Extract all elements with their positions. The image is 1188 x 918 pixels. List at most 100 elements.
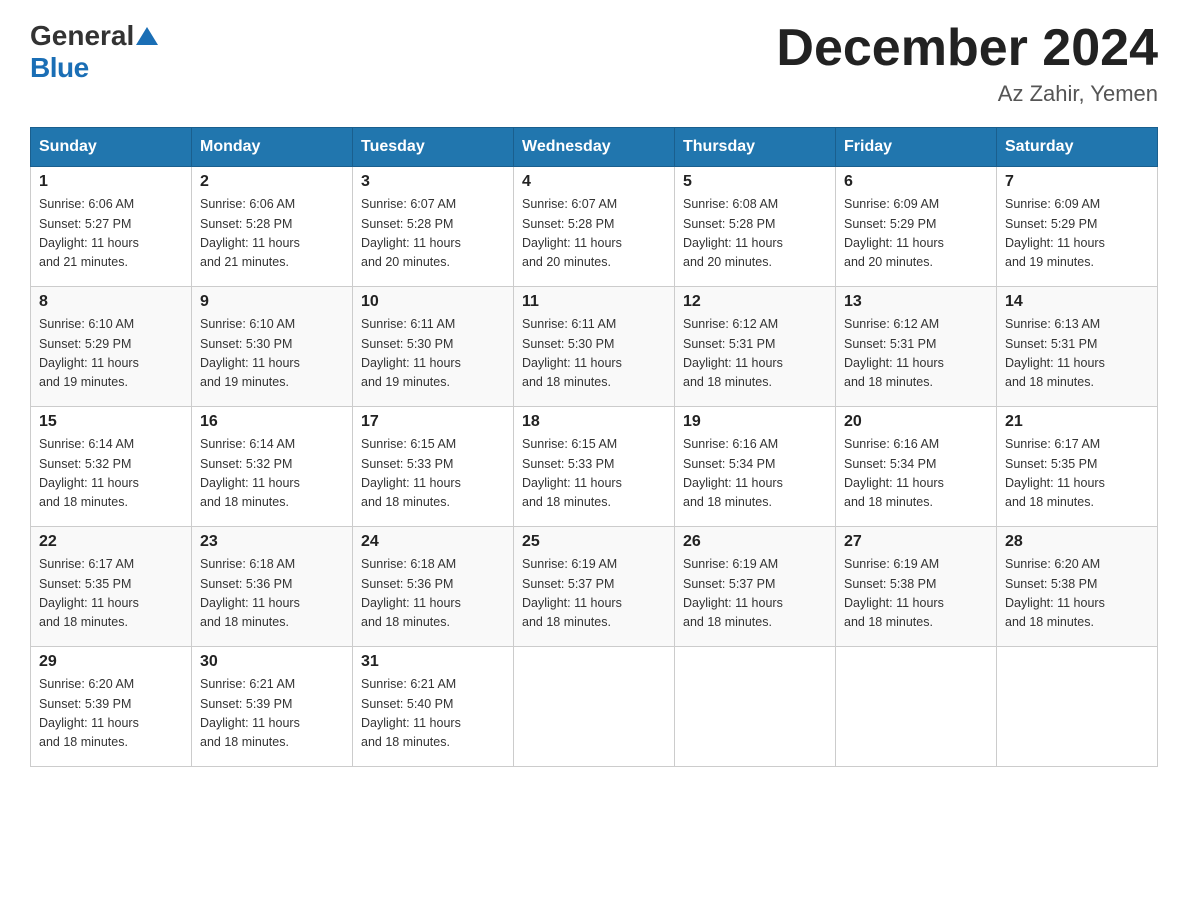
day-number: 30 (200, 653, 344, 671)
title-section: December 2024 Az Zahir, Yemen (776, 20, 1158, 107)
day-number: 3 (361, 173, 505, 191)
header-monday: Monday (192, 128, 353, 167)
day-cell: 21 Sunrise: 6:17 AM Sunset: 5:35 PM Dayl… (997, 407, 1158, 527)
day-cell: 13 Sunrise: 6:12 AM Sunset: 5:31 PM Dayl… (836, 287, 997, 407)
day-number: 22 (39, 533, 183, 551)
day-info: Sunrise: 6:20 AM Sunset: 5:39 PM Dayligh… (39, 677, 139, 749)
day-info: Sunrise: 6:19 AM Sunset: 5:37 PM Dayligh… (522, 557, 622, 629)
day-cell (836, 647, 997, 767)
location: Az Zahir, Yemen (776, 81, 1158, 107)
page-header: General Blue December 2024 Az Zahir, Yem… (30, 20, 1158, 107)
day-number: 10 (361, 293, 505, 311)
day-number: 27 (844, 533, 988, 551)
day-cell: 14 Sunrise: 6:13 AM Sunset: 5:31 PM Dayl… (997, 287, 1158, 407)
day-info: Sunrise: 6:15 AM Sunset: 5:33 PM Dayligh… (522, 437, 622, 509)
day-number: 18 (522, 413, 666, 431)
day-number: 25 (522, 533, 666, 551)
week-row-5: 29 Sunrise: 6:20 AM Sunset: 5:39 PM Dayl… (31, 647, 1158, 767)
day-cell: 15 Sunrise: 6:14 AM Sunset: 5:32 PM Dayl… (31, 407, 192, 527)
day-cell: 29 Sunrise: 6:20 AM Sunset: 5:39 PM Dayl… (31, 647, 192, 767)
day-cell: 22 Sunrise: 6:17 AM Sunset: 5:35 PM Dayl… (31, 527, 192, 647)
header-tuesday: Tuesday (353, 128, 514, 167)
day-cell: 19 Sunrise: 6:16 AM Sunset: 5:34 PM Dayl… (675, 407, 836, 527)
logo-general-text: General (30, 20, 134, 52)
day-cell (675, 647, 836, 767)
day-info: Sunrise: 6:09 AM Sunset: 5:29 PM Dayligh… (844, 197, 944, 269)
day-number: 28 (1005, 533, 1149, 551)
day-info: Sunrise: 6:16 AM Sunset: 5:34 PM Dayligh… (844, 437, 944, 509)
calendar-table: SundayMondayTuesdayWednesdayThursdayFrid… (30, 127, 1158, 767)
week-row-1: 1 Sunrise: 6:06 AM Sunset: 5:27 PM Dayli… (31, 167, 1158, 287)
day-cell: 5 Sunrise: 6:08 AM Sunset: 5:28 PM Dayli… (675, 167, 836, 287)
day-info: Sunrise: 6:19 AM Sunset: 5:38 PM Dayligh… (844, 557, 944, 629)
day-info: Sunrise: 6:16 AM Sunset: 5:34 PM Dayligh… (683, 437, 783, 509)
day-info: Sunrise: 6:18 AM Sunset: 5:36 PM Dayligh… (200, 557, 300, 629)
header-wednesday: Wednesday (514, 128, 675, 167)
header-row: SundayMondayTuesdayWednesdayThursdayFrid… (31, 128, 1158, 167)
day-number: 29 (39, 653, 183, 671)
day-cell: 18 Sunrise: 6:15 AM Sunset: 5:33 PM Dayl… (514, 407, 675, 527)
day-info: Sunrise: 6:10 AM Sunset: 5:29 PM Dayligh… (39, 317, 139, 389)
day-cell: 4 Sunrise: 6:07 AM Sunset: 5:28 PM Dayli… (514, 167, 675, 287)
day-cell: 8 Sunrise: 6:10 AM Sunset: 5:29 PM Dayli… (31, 287, 192, 407)
day-info: Sunrise: 6:12 AM Sunset: 5:31 PM Dayligh… (844, 317, 944, 389)
day-cell: 12 Sunrise: 6:12 AM Sunset: 5:31 PM Dayl… (675, 287, 836, 407)
day-number: 19 (683, 413, 827, 431)
day-number: 23 (200, 533, 344, 551)
day-info: Sunrise: 6:08 AM Sunset: 5:28 PM Dayligh… (683, 197, 783, 269)
day-number: 4 (522, 173, 666, 191)
day-cell: 2 Sunrise: 6:06 AM Sunset: 5:28 PM Dayli… (192, 167, 353, 287)
logo-blue-text: Blue (30, 52, 89, 84)
day-info: Sunrise: 6:14 AM Sunset: 5:32 PM Dayligh… (39, 437, 139, 509)
day-cell: 11 Sunrise: 6:11 AM Sunset: 5:30 PM Dayl… (514, 287, 675, 407)
day-info: Sunrise: 6:06 AM Sunset: 5:27 PM Dayligh… (39, 197, 139, 269)
header-friday: Friday (836, 128, 997, 167)
day-info: Sunrise: 6:17 AM Sunset: 5:35 PM Dayligh… (1005, 437, 1105, 509)
day-info: Sunrise: 6:11 AM Sunset: 5:30 PM Dayligh… (522, 317, 622, 389)
day-number: 13 (844, 293, 988, 311)
day-cell: 7 Sunrise: 6:09 AM Sunset: 5:29 PM Dayli… (997, 167, 1158, 287)
day-cell: 28 Sunrise: 6:20 AM Sunset: 5:38 PM Dayl… (997, 527, 1158, 647)
day-info: Sunrise: 6:07 AM Sunset: 5:28 PM Dayligh… (522, 197, 622, 269)
day-info: Sunrise: 6:11 AM Sunset: 5:30 PM Dayligh… (361, 317, 461, 389)
day-cell: 17 Sunrise: 6:15 AM Sunset: 5:33 PM Dayl… (353, 407, 514, 527)
day-cell (514, 647, 675, 767)
day-info: Sunrise: 6:21 AM Sunset: 5:39 PM Dayligh… (200, 677, 300, 749)
day-number: 24 (361, 533, 505, 551)
day-cell: 3 Sunrise: 6:07 AM Sunset: 5:28 PM Dayli… (353, 167, 514, 287)
month-title: December 2024 (776, 20, 1158, 77)
day-info: Sunrise: 6:09 AM Sunset: 5:29 PM Dayligh… (1005, 197, 1105, 269)
day-number: 21 (1005, 413, 1149, 431)
day-info: Sunrise: 6:17 AM Sunset: 5:35 PM Dayligh… (39, 557, 139, 629)
day-cell: 10 Sunrise: 6:11 AM Sunset: 5:30 PM Dayl… (353, 287, 514, 407)
day-info: Sunrise: 6:14 AM Sunset: 5:32 PM Dayligh… (200, 437, 300, 509)
day-cell: 25 Sunrise: 6:19 AM Sunset: 5:37 PM Dayl… (514, 527, 675, 647)
day-cell: 9 Sunrise: 6:10 AM Sunset: 5:30 PM Dayli… (192, 287, 353, 407)
day-cell: 31 Sunrise: 6:21 AM Sunset: 5:40 PM Dayl… (353, 647, 514, 767)
day-info: Sunrise: 6:15 AM Sunset: 5:33 PM Dayligh… (361, 437, 461, 509)
day-cell: 16 Sunrise: 6:14 AM Sunset: 5:32 PM Dayl… (192, 407, 353, 527)
day-number: 31 (361, 653, 505, 671)
day-info: Sunrise: 6:19 AM Sunset: 5:37 PM Dayligh… (683, 557, 783, 629)
day-number: 5 (683, 173, 827, 191)
day-number: 2 (200, 173, 344, 191)
week-row-2: 8 Sunrise: 6:10 AM Sunset: 5:29 PM Dayli… (31, 287, 1158, 407)
day-number: 9 (200, 293, 344, 311)
day-cell: 30 Sunrise: 6:21 AM Sunset: 5:39 PM Dayl… (192, 647, 353, 767)
day-cell: 6 Sunrise: 6:09 AM Sunset: 5:29 PM Dayli… (836, 167, 997, 287)
day-cell: 27 Sunrise: 6:19 AM Sunset: 5:38 PM Dayl… (836, 527, 997, 647)
week-row-3: 15 Sunrise: 6:14 AM Sunset: 5:32 PM Dayl… (31, 407, 1158, 527)
calendar-body: 1 Sunrise: 6:06 AM Sunset: 5:27 PM Dayli… (31, 167, 1158, 767)
day-info: Sunrise: 6:10 AM Sunset: 5:30 PM Dayligh… (200, 317, 300, 389)
day-number: 14 (1005, 293, 1149, 311)
day-info: Sunrise: 6:07 AM Sunset: 5:28 PM Dayligh… (361, 197, 461, 269)
day-number: 7 (1005, 173, 1149, 191)
logo: General Blue (30, 20, 158, 84)
day-cell: 24 Sunrise: 6:18 AM Sunset: 5:36 PM Dayl… (353, 527, 514, 647)
day-number: 11 (522, 293, 666, 311)
day-info: Sunrise: 6:12 AM Sunset: 5:31 PM Dayligh… (683, 317, 783, 389)
header-saturday: Saturday (997, 128, 1158, 167)
day-cell: 26 Sunrise: 6:19 AM Sunset: 5:37 PM Dayl… (675, 527, 836, 647)
day-number: 1 (39, 173, 183, 191)
day-cell: 1 Sunrise: 6:06 AM Sunset: 5:27 PM Dayli… (31, 167, 192, 287)
